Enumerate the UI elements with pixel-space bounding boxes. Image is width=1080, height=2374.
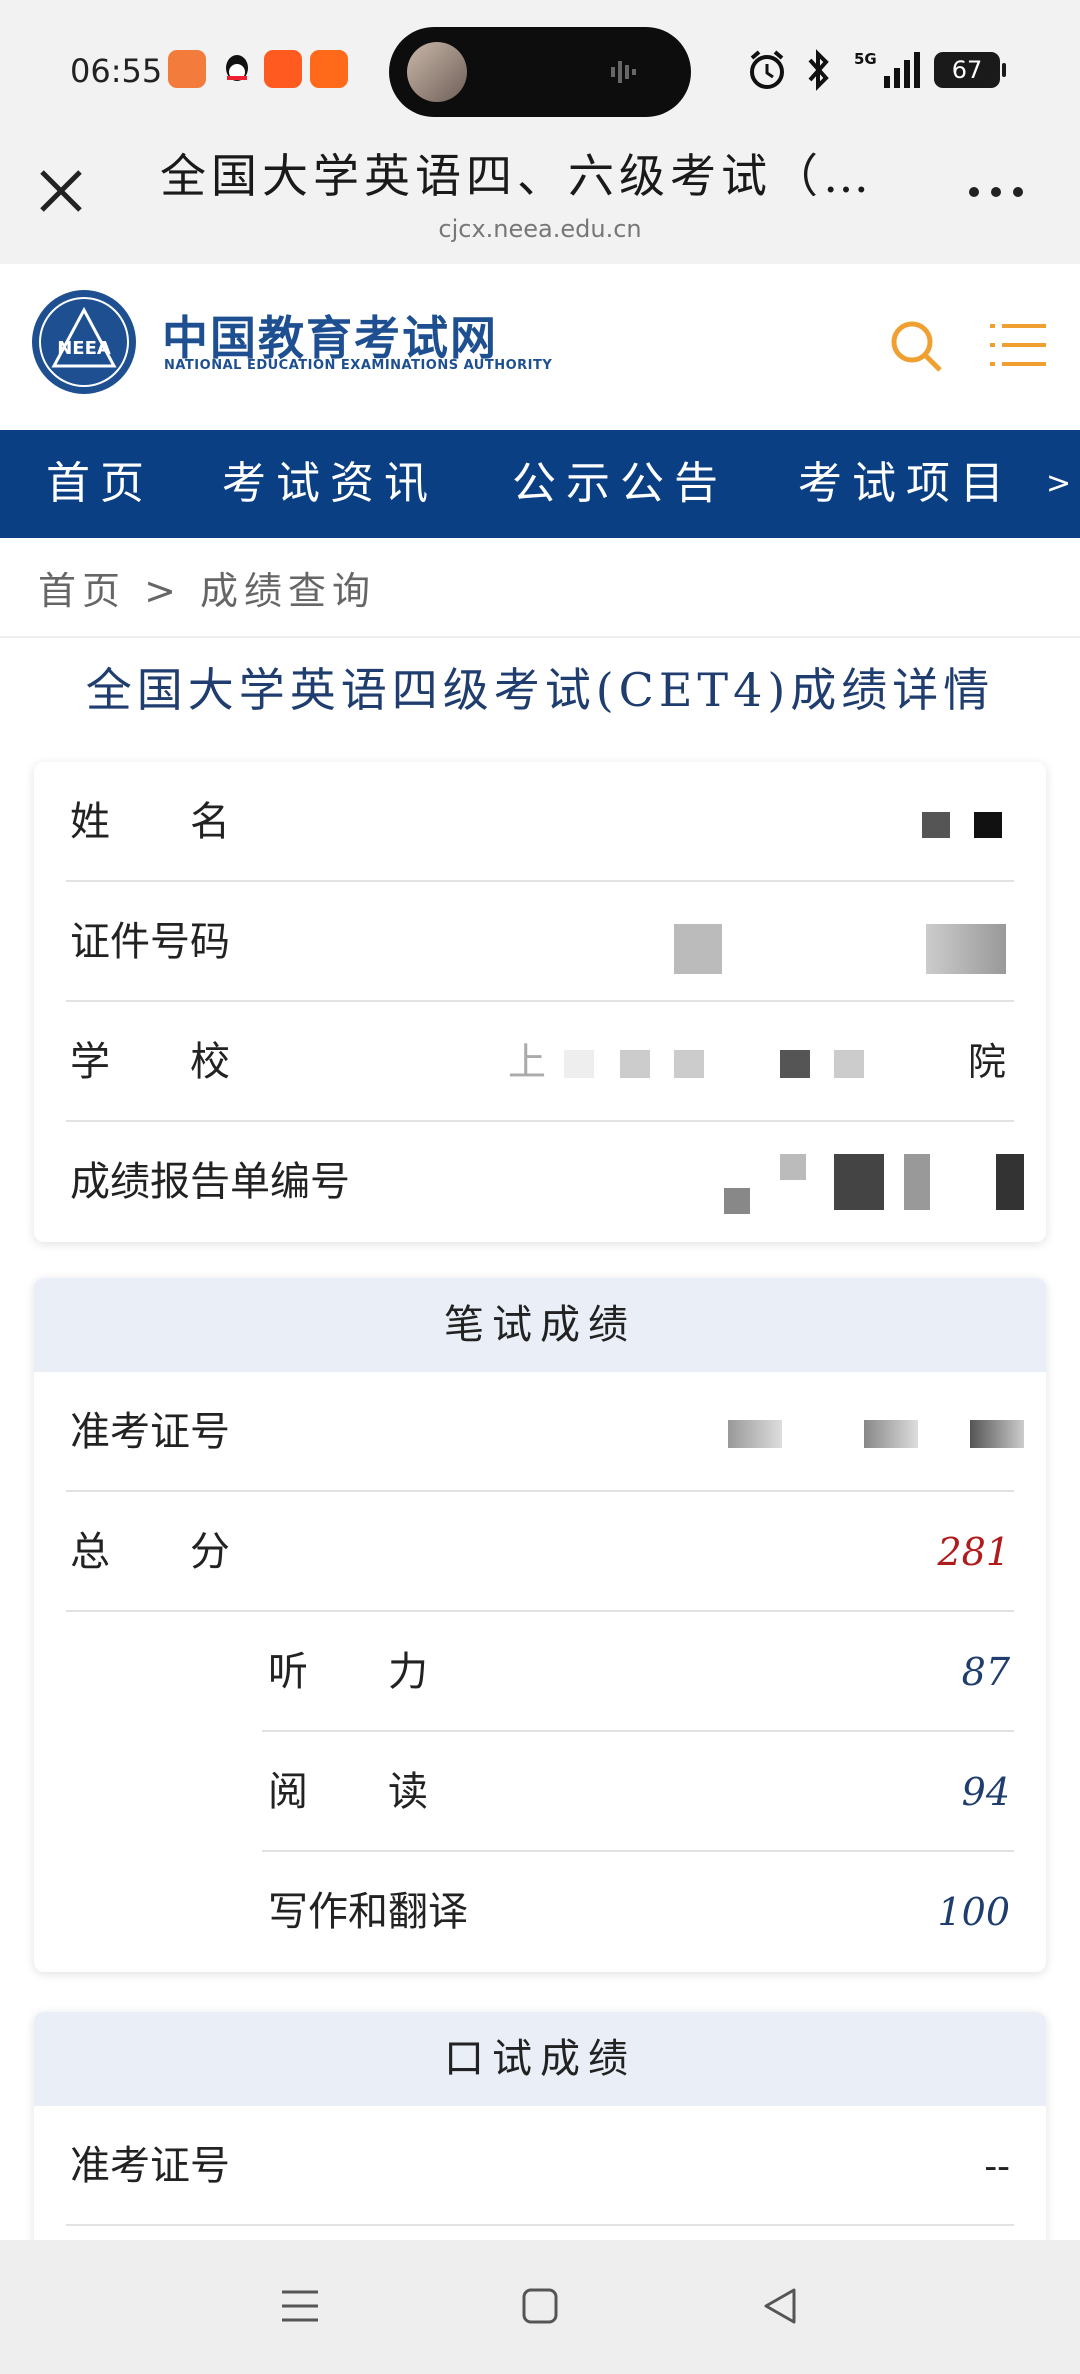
name-label: 姓 名 bbox=[70, 799, 230, 845]
school-partial-last: 院 bbox=[967, 1040, 1006, 1084]
ticket-number-label: 准考证号 bbox=[70, 1409, 230, 1455]
writing-translation-score-row: 写作和翻译 100 bbox=[34, 1852, 1046, 1972]
listening-score-row: 听 力 87 bbox=[34, 1612, 1046, 1732]
redacted-id bbox=[674, 924, 722, 974]
audio-wave-icon bbox=[611, 61, 636, 83]
redacted-name bbox=[974, 812, 1002, 838]
redacted-report bbox=[834, 1154, 884, 1210]
info-row-id: 证件号码 bbox=[34, 882, 1046, 1002]
personal-info-card: 姓 名 证件号码 学 校 上 院 成绩报告单编号 bbox=[34, 762, 1046, 1242]
bluetooth-icon bbox=[808, 49, 829, 91]
reading-score-row: 阅 读 94 bbox=[34, 1732, 1046, 1852]
oral-ticket-label: 准考证号 bbox=[70, 2143, 230, 2189]
dynamic-island bbox=[389, 27, 691, 117]
browser-url: cjcx.neea.edu.cn bbox=[438, 215, 642, 243]
home-icon[interactable] bbox=[510, 2276, 570, 2336]
written-score-card: 笔试成绩 准考证号 总 分 281 听 力 87 阅 读 94 写作和翻译 10… bbox=[34, 1278, 1046, 1972]
info-row-name: 姓 名 bbox=[34, 762, 1046, 882]
nav-announcements[interactable]: 公示公告 bbox=[512, 430, 728, 538]
writing-translation-label: 写作和翻译 bbox=[268, 1889, 468, 1935]
redacted-ticket bbox=[728, 1420, 782, 1448]
system-nav-bar bbox=[0, 2240, 1080, 2374]
redacted-ticket bbox=[970, 1420, 1024, 1448]
kuaishou-icon bbox=[310, 50, 348, 88]
divider bbox=[0, 636, 1080, 638]
oral-ticket-row: 准考证号 -- bbox=[34, 2106, 1046, 2226]
status-bar: 06:55 5G 67 bbox=[0, 0, 1080, 130]
qq-icon bbox=[218, 50, 256, 88]
redacted-name bbox=[922, 812, 950, 838]
page-title: 全国大学英语四级考试(CET4)成绩详情 bbox=[85, 663, 995, 717]
nav-scroll-right-icon[interactable]: > bbox=[1046, 430, 1071, 538]
writing-translation-value: 100 bbox=[937, 1890, 1010, 1934]
report-number-label: 成绩报告单编号 bbox=[70, 1159, 350, 1205]
total-score-value: 281 bbox=[937, 1530, 1010, 1574]
svg-text:NEEA: NEEA bbox=[57, 338, 111, 359]
oral-ticket-value: -- bbox=[984, 2144, 1010, 2188]
neea-logo[interactable]: NEEA bbox=[30, 288, 138, 396]
taobao-icon bbox=[264, 50, 302, 88]
nav-exam-projects[interactable]: 考试项目 bbox=[798, 430, 1014, 538]
recent-apps-icon[interactable] bbox=[270, 2276, 330, 2336]
listening-label: 听 力 bbox=[268, 1649, 428, 1695]
more-options-icon[interactable] bbox=[968, 186, 1024, 198]
signal-5g-icon: 5G bbox=[854, 50, 920, 88]
id-label: 证件号码 bbox=[70, 919, 230, 965]
browser-page-title: 全国大学英语四、六级考试（… bbox=[160, 149, 874, 203]
app-notification-icon bbox=[168, 50, 206, 88]
browser-top-bar: 06:55 5G 67 全国大学英语四、六级考试（… cjcx.neea.edu… bbox=[0, 0, 1080, 264]
redacted-school bbox=[834, 1050, 864, 1078]
redacted-school bbox=[620, 1050, 650, 1078]
reading-label: 阅 读 bbox=[268, 1769, 428, 1815]
redacted-report bbox=[780, 1154, 806, 1180]
oral-score-header: 口试成绩 bbox=[34, 2012, 1046, 2106]
alarm-icon bbox=[750, 50, 784, 89]
redacted-school bbox=[780, 1050, 810, 1078]
info-row-school: 学 校 上 院 bbox=[34, 1002, 1046, 1122]
nav-home[interactable]: 首页 bbox=[46, 430, 154, 538]
total-score-label: 总 分 bbox=[70, 1529, 230, 1575]
status-time: 06:55 bbox=[70, 52, 163, 90]
redacted-report bbox=[724, 1188, 750, 1214]
close-icon[interactable] bbox=[36, 166, 86, 216]
breadcrumb[interactable]: 首页 > 成绩查询 bbox=[38, 560, 376, 615]
menu-icon[interactable] bbox=[990, 322, 1046, 368]
redacted-report bbox=[996, 1154, 1024, 1210]
redacted-ticket bbox=[864, 1420, 918, 1448]
total-score-row: 总 分 281 bbox=[34, 1492, 1046, 1612]
site-brand-en: NATIONAL EDUCATION EXAMINATIONS AUTHORIT… bbox=[164, 358, 553, 373]
redacted-report bbox=[904, 1154, 930, 1210]
oral-score-card: 口试成绩 准考证号 -- bbox=[34, 2012, 1046, 2248]
reading-value: 94 bbox=[961, 1770, 1010, 1814]
info-row-report-number: 成绩报告单编号 bbox=[34, 1122, 1046, 1242]
search-icon[interactable] bbox=[888, 318, 944, 374]
school-label: 学 校 bbox=[70, 1039, 230, 1085]
row-divider bbox=[66, 2224, 1014, 2226]
redacted-school bbox=[674, 1050, 704, 1078]
nav-exam-news[interactable]: 考试资讯 bbox=[222, 430, 438, 538]
listening-value: 87 bbox=[961, 1650, 1010, 1694]
redacted-id bbox=[926, 924, 1006, 974]
svg-text:5G: 5G bbox=[854, 50, 877, 68]
redacted-school bbox=[564, 1050, 594, 1078]
school-partial-first: 上 bbox=[508, 1040, 547, 1084]
written-ticket-row: 准考证号 bbox=[34, 1372, 1046, 1492]
avatar bbox=[407, 42, 467, 102]
battery-indicator: 67 bbox=[934, 52, 1006, 88]
main-nav: 首页 考试资讯 公示公告 考试项目 > bbox=[0, 430, 1080, 538]
back-icon[interactable] bbox=[750, 2276, 810, 2336]
written-score-header: 笔试成绩 bbox=[34, 1278, 1046, 1372]
